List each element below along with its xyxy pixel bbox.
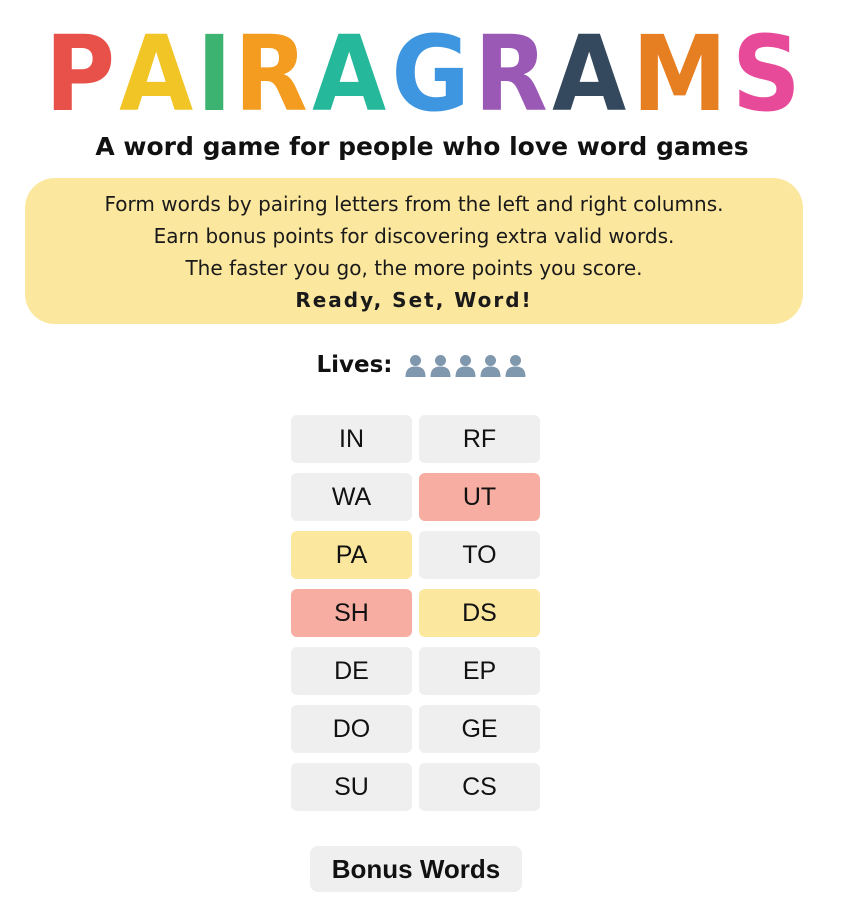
logo-letter: R <box>474 13 548 135</box>
logo-letter: G <box>391 13 470 135</box>
lives-display: Lives: <box>0 352 844 378</box>
logo-letter: A <box>119 13 193 135</box>
instruction-line-2: Earn bonus points for discovering extra … <box>153 224 675 248</box>
tile-left[interactable]: DE <box>291 647 412 695</box>
tile-left[interactable]: PA <box>291 531 412 579</box>
ready-set-word: Ready, Set, Word! <box>295 288 533 312</box>
tagline: A word game for people who love word gam… <box>95 132 749 161</box>
tile-left[interactable]: WA <box>291 473 412 521</box>
person-silhouette-icon <box>505 355 526 377</box>
tile-left[interactable]: IN <box>291 415 412 463</box>
logo-letter: S <box>732 13 801 135</box>
tile-right[interactable]: TO <box>419 531 540 579</box>
tile-left[interactable]: DO <box>291 705 412 753</box>
lives-icons <box>403 353 528 377</box>
tile-left[interactable]: SU <box>291 763 412 811</box>
person-silhouette-icon <box>430 355 451 377</box>
instruction-line-1: Form words by pairing letters from the l… <box>104 192 724 216</box>
logo-letter: A <box>312 13 386 135</box>
tile-right[interactable]: EP <box>419 647 540 695</box>
instruction-line-3: The faster you go, the more points you s… <box>185 256 643 280</box>
bonus-words-button[interactable]: Bonus Words <box>310 846 522 892</box>
lives-label: Lives: <box>316 352 393 378</box>
game-logo: PAIRAGRAMS <box>0 22 844 126</box>
person-silhouette-icon <box>480 355 501 377</box>
person-silhouette-icon <box>405 355 426 377</box>
tile-left[interactable]: SH <box>291 589 412 637</box>
tile-board: IN RF WA UT PA TO SH DS DE EP DO GE SU CS <box>291 415 541 811</box>
tile-right[interactable]: DS <box>419 589 540 637</box>
logo-letter: M <box>631 13 727 135</box>
tile-right[interactable]: GE <box>419 705 540 753</box>
instructions-panel: Form words by pairing letters from the l… <box>25 178 803 324</box>
tile-right[interactable]: CS <box>419 763 540 811</box>
logo-letter: I <box>195 13 232 135</box>
tile-right[interactable]: UT <box>419 473 540 521</box>
logo-letter: P <box>44 13 115 135</box>
tile-right[interactable]: RF <box>419 415 540 463</box>
logo-letter: A <box>552 13 626 135</box>
person-silhouette-icon <box>455 355 476 377</box>
logo-letter: R <box>234 13 308 135</box>
